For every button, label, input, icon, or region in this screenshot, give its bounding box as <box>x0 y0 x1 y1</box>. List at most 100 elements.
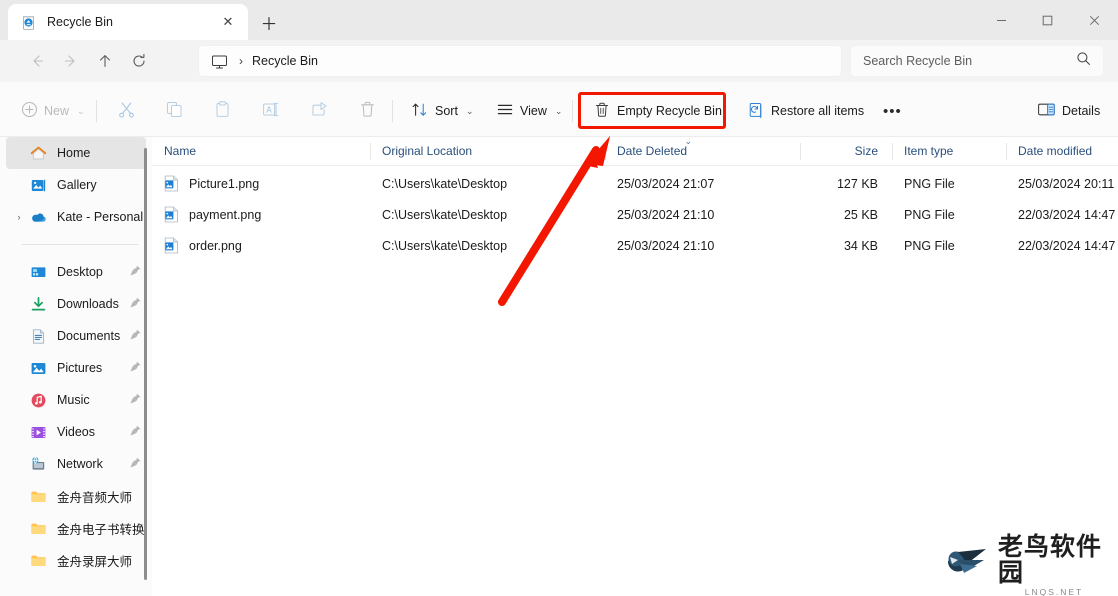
sidebar-item-music[interactable]: Music <box>6 384 146 416</box>
sidebar-item-kate-personal[interactable]: › Kate - Personal <box>6 201 146 233</box>
file-list-body: Picture1.png C:\Users\kate\Desktop 25/03… <box>152 166 1118 261</box>
cell-date-deleted: 25/03/2024 21:10 <box>617 207 715 222</box>
column-header-date-modified[interactable]: Date modified <box>1006 137 1118 166</box>
plus-circle-icon <box>21 101 38 121</box>
back-button[interactable] <box>20 46 54 76</box>
sidebar-scrollbar[interactable] <box>144 148 147 580</box>
pin-icon[interactable] <box>129 296 142 312</box>
sidebar-item-gallery[interactable]: Gallery <box>6 169 146 201</box>
cell-original-location: C:\Users\kate\Desktop <box>382 238 508 253</box>
cell-size: 127 KB <box>836 176 878 191</box>
column-header-original-location[interactable]: Original Location <box>370 137 605 166</box>
bird-logo-icon <box>944 543 990 588</box>
cell-name: payment.png <box>152 199 370 230</box>
address-bar[interactable]: › Recycle Bin <box>198 45 842 77</box>
window-controls <box>978 0 1118 40</box>
videos-icon <box>30 424 47 441</box>
pin-icon[interactable] <box>129 328 142 344</box>
sort-button[interactable]: Sort ⌄ <box>404 96 480 126</box>
rename-button[interactable]: A <box>254 96 288 126</box>
cell-date-modified: 22/03/2024 14:47 <box>1018 238 1116 253</box>
table-row[interactable]: Picture1.png C:\Users\kate\Desktop 25/03… <box>152 168 1118 199</box>
sidebar-item-documents[interactable]: Documents <box>6 320 146 352</box>
sidebar-item-pictures[interactable]: Pictures <box>6 352 146 384</box>
column-label: Size <box>854 144 878 158</box>
column-header-name[interactable]: Name <box>152 137 370 166</box>
sidebar-item-home[interactable]: Home <box>6 137 146 169</box>
watermark-subtitle: LNQS.NET <box>1024 586 1084 596</box>
table-row[interactable]: order.png C:\Users\kate\Desktop 25/03/20… <box>152 230 1118 261</box>
column-label: Date Deleted <box>617 144 688 158</box>
sidebar-item-folder-1[interactable]: 金舟音频大师 <box>6 480 146 512</box>
forward-button[interactable] <box>54 46 88 76</box>
search-input[interactable]: Search Recycle Bin <box>863 54 1076 68</box>
sidebar-item-label: Gallery <box>57 178 97 192</box>
details-pane-button[interactable]: Details <box>1030 96 1107 126</box>
delete-button[interactable] <box>351 96 384 126</box>
sidebar-item-desktop[interactable]: Desktop <box>6 256 146 288</box>
title-bar: Recycle Bin ✕ ＋ <box>0 0 1118 40</box>
sidebar-item-label: Kate - Personal <box>57 210 144 224</box>
new-tab-button[interactable]: ＋ <box>256 9 282 35</box>
tab-recycle-bin[interactable]: Recycle Bin ✕ <box>8 4 248 40</box>
cut-button[interactable] <box>110 96 143 126</box>
column-label: Date modified <box>1018 144 1093 158</box>
empty-recycle-bin-button[interactable]: Empty Recycle Bin <box>586 96 729 126</box>
view-icon <box>496 101 514 121</box>
cell-original-location: C:\Users\kate\Desktop <box>382 176 508 191</box>
chevron-right-icon[interactable]: › <box>12 201 26 233</box>
pin-icon[interactable] <box>129 424 142 440</box>
copy-button[interactable] <box>158 96 191 126</box>
column-label: Item type <box>904 144 954 158</box>
toolbar-divider-3 <box>572 100 573 122</box>
new-button[interactable]: New ⌄ <box>14 96 92 126</box>
search-box[interactable]: Search Recycle Bin <box>850 45 1104 77</box>
cell-name: order.png <box>152 230 370 261</box>
recycle-bin-icon <box>20 14 37 31</box>
sidebar-item-label: Music <box>57 393 90 407</box>
sidebar-item-videos[interactable]: Videos <box>6 416 146 448</box>
view-button[interactable]: View ⌄ <box>489 96 569 126</box>
tab-close-icon[interactable]: ✕ <box>216 10 240 34</box>
sidebar-item-folder-3[interactable]: 金舟录屏大师 <box>6 544 146 576</box>
pin-icon[interactable] <box>129 264 142 280</box>
chevron-down-icon: ⌄ <box>554 105 563 116</box>
minimize-button[interactable] <box>978 0 1024 40</box>
column-label: Original Location <box>382 144 473 158</box>
paste-button[interactable] <box>206 96 239 126</box>
sidebar-item-network[interactable]: Network <box>6 448 146 480</box>
sidebar-item-label: 金舟音频大师 <box>57 490 133 505</box>
pin-icon[interactable] <box>129 456 142 472</box>
navigation-sidebar[interactable]: Home Gallery › Kate - Personal Desktop D… <box>0 137 152 596</box>
cell-date-deleted: 25/03/2024 21:07 <box>617 176 715 191</box>
sidebar-pinned-group: Desktop Downloads Documents Pictures Mus… <box>0 256 152 576</box>
watermark-text: 老鸟软件园 LNQS.NET <box>998 534 1110 596</box>
sidebar-item-downloads[interactable]: Downloads <box>6 288 146 320</box>
png-file-icon <box>164 175 179 192</box>
search-icon[interactable] <box>1076 51 1091 71</box>
more-options-button[interactable]: ••• <box>876 96 909 126</box>
cell-date-modified: 22/03/2024 14:47 <box>1018 207 1116 222</box>
png-file-icon <box>164 237 179 254</box>
pin-icon[interactable] <box>129 360 142 376</box>
sidebar-top-group: Home Gallery › Kate - Personal <box>0 137 152 233</box>
column-header-date-deleted[interactable]: ⌄ Date Deleted <box>605 136 800 166</box>
breadcrumb-path[interactable]: Recycle Bin <box>252 54 318 68</box>
onedrive-icon <box>30 209 47 226</box>
sidebar-item-folder-2[interactable]: 金舟电子书转换 <box>6 512 146 544</box>
table-row[interactable]: payment.png C:\Users\kate\Desktop 25/03/… <box>152 199 1118 230</box>
column-header-item-type[interactable]: Item type <box>892 137 1006 166</box>
svg-text:A: A <box>266 105 272 114</box>
folder-icon <box>30 520 47 537</box>
close-button[interactable] <box>1070 0 1118 40</box>
maximize-button[interactable] <box>1024 0 1070 40</box>
refresh-button[interactable] <box>122 46 156 76</box>
breadcrumb-separator: › <box>239 54 243 68</box>
sort-icon <box>411 101 429 121</box>
restore-all-items-button[interactable]: Restore all items <box>740 96 871 126</box>
share-button[interactable] <box>303 96 336 126</box>
pin-icon[interactable] <box>129 392 142 408</box>
up-button[interactable] <box>88 46 122 76</box>
column-header-size[interactable]: Size <box>800 137 892 166</box>
details-pane-label: Details <box>1062 104 1101 118</box>
